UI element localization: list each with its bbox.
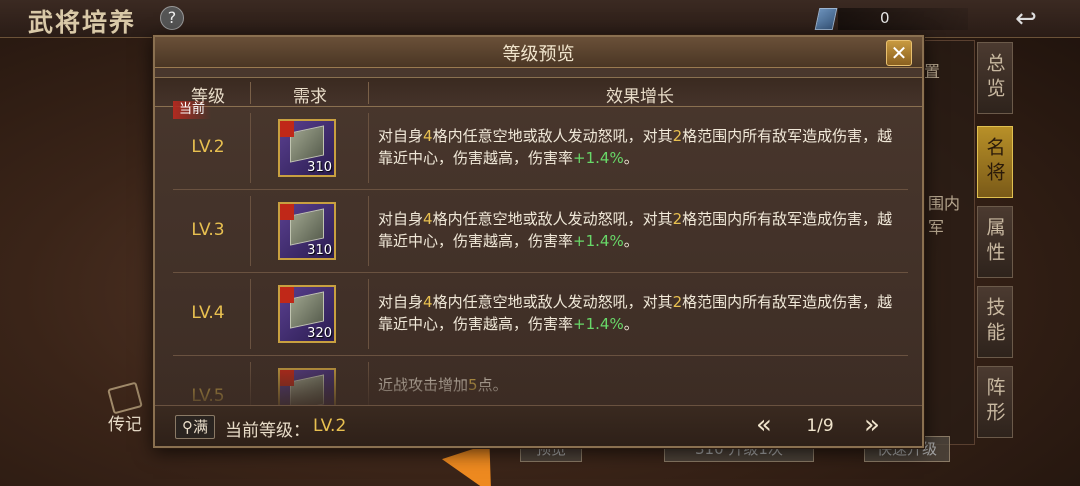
level-row: 当前 LV.2 310 对自身4格内任意空地或敌人发动怒吼，对其2格范围内所有敌军造成… — [173, 101, 908, 190]
effect-segment: 4 — [423, 293, 433, 311]
effect-segment: 格内任意空地或敌人发动怒吼，对其 — [432, 210, 673, 228]
partial-text: 置 — [924, 62, 941, 81]
current-tag: 当前 — [173, 101, 212, 119]
column-divider — [368, 113, 369, 183]
effect-segment: 对自身 — [378, 293, 424, 311]
effect-segment: +1.4% — [573, 315, 624, 333]
partial-text: 军 — [928, 218, 945, 237]
skill-book-item[interactable]: 310 — [278, 202, 336, 260]
quality-badge-icon — [280, 121, 294, 137]
currency-value: 0 — [880, 9, 890, 27]
effect-segment: 对自身 — [378, 127, 424, 145]
current-level-value: LV.2 — [313, 416, 347, 436]
book-icon — [290, 208, 324, 246]
level-preview-dialog: 等级预览 ✕ 等级 需求 效果增长 当前 LV.2 310 对自身4格内任意空地或敌人… — [153, 35, 924, 448]
effect-segment: +1.4% — [573, 232, 624, 250]
column-divider — [250, 279, 251, 349]
effect-text: 对自身4格内任意空地或敌人发动怒吼，对其2格范围内所有敌军造成伤害，越靠近中心，… — [378, 208, 903, 252]
close-button[interactable]: ✕ — [886, 40, 912, 66]
header-divider — [250, 82, 251, 104]
list-fade-overlay — [155, 357, 922, 405]
column-divider — [250, 113, 251, 183]
current-level-label: 当前等级： — [225, 421, 310, 441]
item-count: 320 — [307, 326, 332, 341]
level-value: LV.4 — [191, 303, 225, 323]
column-divider — [368, 279, 369, 349]
level-value: LV.2 — [191, 137, 225, 157]
level-value: LV.3 — [191, 220, 225, 240]
effect-segment: 2 — [672, 210, 683, 228]
tab-skills[interactable]: 技能 — [977, 286, 1013, 358]
effect-text: 对自身4格内任意空地或敌人发动怒吼，对其2格范围内所有敌军造成伤害，越靠近中心，… — [378, 291, 903, 335]
effect-segment: 。 — [623, 232, 639, 250]
effect-segment: 4 — [423, 210, 433, 228]
effect-text: 对自身4格内任意空地或敌人发动怒吼，对其2格范围内所有敌军造成伤害，越靠近中心，… — [378, 125, 903, 169]
effect-segment: 格内任意空地或敌人发动怒吼，对其 — [432, 293, 673, 311]
max-label: 满 — [192, 418, 208, 436]
search-icon: ⚲ — [181, 418, 193, 436]
table-header: 等级 需求 效果增长 — [155, 77, 922, 107]
column-divider — [368, 196, 369, 266]
page-indicator: 1/9 — [806, 416, 834, 436]
level-row: LV.4 320 对自身4格内任意空地或敌人发动怒吼，对其2格范围内所有敌军造成伤害… — [173, 273, 908, 356]
tab-overview[interactable]: 总览 — [977, 42, 1013, 114]
prev-page-icon[interactable]: « — [749, 412, 779, 440]
item-count: 310 — [307, 243, 332, 258]
level-row: LV.3 310 对自身4格内任意空地或敌人发动怒吼，对其2格范围内所有敌军造成伤害… — [173, 190, 908, 273]
effect-segment: +1.4% — [573, 149, 624, 167]
header-divider — [368, 82, 369, 104]
tab-famous-generals[interactable]: 名将 — [977, 126, 1013, 198]
skill-book-item[interactable]: 320 — [278, 285, 336, 343]
effect-segment: 2 — [672, 127, 683, 145]
dialog-title: 等级预览 — [502, 44, 575, 65]
currency-bar — [838, 8, 968, 30]
book-icon — [290, 125, 324, 163]
biography-label[interactable]: 传记 — [108, 410, 142, 435]
item-count: 310 — [307, 160, 332, 175]
quality-badge-icon — [280, 287, 294, 303]
next-page-icon[interactable]: » — [857, 412, 887, 440]
skill-book-item[interactable]: 310 — [278, 119, 336, 177]
effect-segment: 格内任意空地或敌人发动怒吼，对其 — [432, 127, 673, 145]
effect-segment: 。 — [623, 149, 639, 167]
column-header-requirement: 需求 — [293, 87, 327, 107]
back-icon[interactable]: ↩ — [1008, 4, 1044, 34]
quality-badge-icon — [280, 204, 294, 220]
dialog-footer: ⚲满 当前等级： LV.2 « 1/9 » — [155, 405, 922, 446]
screen-title: 武将培养 — [28, 8, 137, 37]
partial-text: 围内 — [928, 194, 961, 213]
book-icon — [290, 291, 324, 329]
column-header-effect: 效果增长 — [606, 87, 674, 107]
column-divider — [250, 196, 251, 266]
effect-segment: 4 — [423, 127, 433, 145]
effect-segment: 对自身 — [378, 210, 424, 228]
effect-segment: 2 — [672, 293, 683, 311]
background-panel — [920, 40, 975, 445]
tab-attributes[interactable]: 属性 — [977, 206, 1013, 278]
tab-formation[interactable]: 阵形 — [977, 366, 1013, 438]
help-icon[interactable]: ? — [160, 6, 184, 30]
effect-segment: 。 — [623, 315, 639, 333]
max-level-button[interactable]: ⚲满 — [175, 415, 215, 439]
